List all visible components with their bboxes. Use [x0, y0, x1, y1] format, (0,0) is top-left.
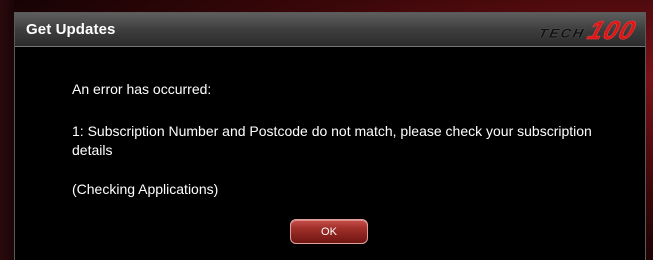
- get-updates-dialog: Get Updates TECH 100 An error has occurr…: [14, 12, 646, 260]
- ok-button[interactable]: OK: [290, 219, 368, 244]
- error-context: (Checking Applications): [72, 181, 219, 197]
- background-left-edge: [0, 0, 14, 260]
- error-detail: 1: Subscription Number and Postcode do n…: [72, 123, 592, 158]
- dialog-title: Get Updates: [26, 21, 116, 38]
- logo-prefix: TECH: [537, 25, 588, 40]
- tech100-logo: TECH 100: [537, 14, 640, 45]
- logo-number: 100: [583, 14, 640, 45]
- error-heading: An error has occurred:: [72, 81, 212, 97]
- dialog-titlebar[interactable]: Get Updates TECH 100: [15, 13, 645, 47]
